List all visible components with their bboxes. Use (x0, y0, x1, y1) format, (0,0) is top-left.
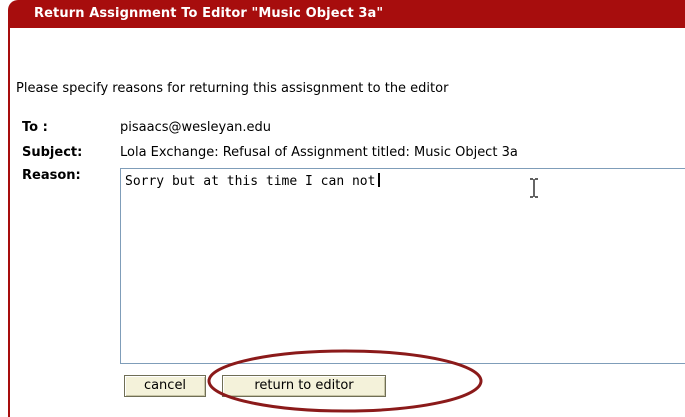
to-value: pisaacs@wesleyan.edu (120, 120, 272, 135)
highlight-ellipse (207, 349, 483, 413)
reason-label: Reason: (22, 168, 81, 183)
dialog-title-bar: Return Assignment To Editor "Music Objec… (8, 0, 685, 28)
instructions-text: Please specify reasons for returning thi… (16, 81, 449, 96)
dialog-left-border (8, 20, 10, 417)
cancel-button[interactable]: cancel (124, 375, 206, 397)
subject-label: Subject: (22, 145, 83, 160)
to-label: To : (22, 120, 48, 135)
ibeam-cursor-icon (530, 178, 538, 198)
text-caret (378, 173, 381, 187)
reason-textarea[interactable]: Sorry but at this time I can not (120, 168, 685, 364)
reason-text: Sorry but at this time I can not (125, 174, 376, 189)
dialog-title: Return Assignment To Editor "Music Objec… (34, 6, 384, 21)
subject-value: Lola Exchange: Refusal of Assignment tit… (120, 145, 518, 160)
